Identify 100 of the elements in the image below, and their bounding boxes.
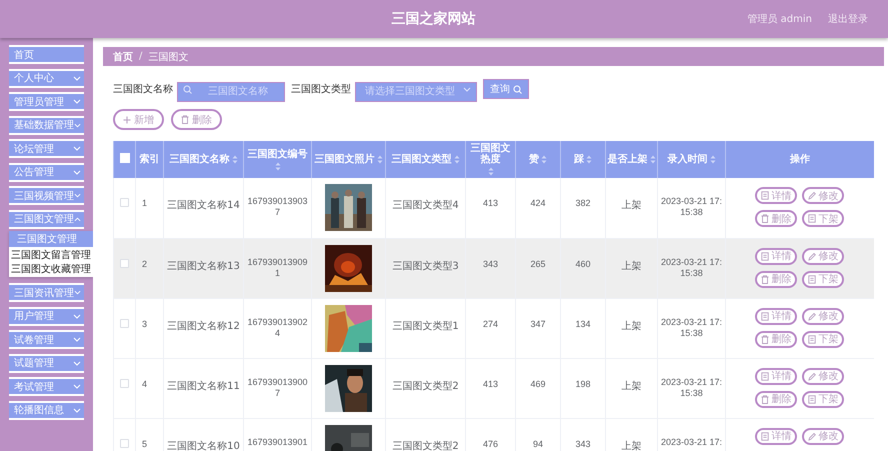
submenu-item[interactable]: 三国图文留言管理 xyxy=(9,247,93,261)
chevron-icon xyxy=(73,146,81,151)
table-cell: 三国图文名称10 xyxy=(167,440,240,451)
sidebar-item[interactable]: 三国资讯管理 xyxy=(9,283,84,302)
field-label: 三国图文类型 xyxy=(291,82,351,96)
row-checkbox[interactable] xyxy=(120,258,129,268)
sidebar-item[interactable]: 公告管理 xyxy=(9,162,84,182)
table-cell: 5 xyxy=(142,438,148,448)
column-header[interactable]: 是否上架 xyxy=(608,154,648,165)
trash-icon xyxy=(761,394,770,404)
detail-button[interactable]: 详情 xyxy=(755,428,798,444)
plus-icon xyxy=(123,116,131,124)
unlist-button[interactable]: 下架 xyxy=(802,270,844,288)
trash-icon xyxy=(761,334,770,344)
sidebar-item[interactable]: 基础数据管理 xyxy=(9,116,84,134)
row-checkbox[interactable] xyxy=(120,198,129,207)
delete-button[interactable]: 删除 xyxy=(171,109,222,130)
add-button[interactable]: 新增 xyxy=(113,109,164,130)
table-cell: 413 xyxy=(482,198,498,208)
row-checkbox[interactable] xyxy=(120,318,129,328)
trash-icon xyxy=(181,115,189,124)
sidebar-item[interactable]: 论坛管理 xyxy=(9,139,84,158)
submenu-item[interactable]: 三国图文收藏管理 xyxy=(9,261,93,275)
submenu-item[interactable]: 三国图文管理 xyxy=(9,231,93,247)
table-cell: 三国图文名称13 xyxy=(167,260,240,272)
column-header[interactable]: 三国图文编号 xyxy=(248,148,308,160)
column-header[interactable]: 三国图文热度 xyxy=(467,143,514,165)
chevron-icon xyxy=(73,360,81,366)
column-header: 操作 xyxy=(790,154,810,165)
search-icon xyxy=(183,85,192,94)
logout-link[interactable]: 退出登录 xyxy=(828,12,868,26)
table-cell: 476 xyxy=(482,438,498,448)
table-cell: 2 xyxy=(142,258,148,268)
table-cell: 1679390139091 xyxy=(247,256,308,278)
table-cell: 1679390139007 xyxy=(247,376,308,398)
detail-button[interactable]: 详情 xyxy=(755,308,798,324)
column-header[interactable]: 三国图文照片 xyxy=(314,154,374,165)
edit-button[interactable]: 修改 xyxy=(802,368,844,384)
sidebar-item[interactable]: 试卷管理 xyxy=(9,330,84,349)
unlist-button[interactable]: 下架 xyxy=(802,330,844,348)
edit-button[interactable]: 修改 xyxy=(802,248,844,264)
sidebar-item[interactable]: 考试管理 xyxy=(9,377,84,396)
sidebar-item[interactable]: 三国视频管理 xyxy=(9,186,84,205)
chevron-icon xyxy=(73,337,81,342)
sidebar-item[interactable]: 用户管理 xyxy=(9,306,84,326)
search-field[interactable]: 三国图文名称 xyxy=(177,82,285,102)
table-cell: 上架 xyxy=(622,440,642,451)
document-icon xyxy=(761,432,770,440)
pencil-icon xyxy=(808,312,816,320)
sidebar-item[interactable]: 试题管理 xyxy=(9,354,84,372)
table-cell: 三国图文类型2 xyxy=(392,440,459,451)
pencil-icon xyxy=(808,191,816,200)
site-title: 三国之家网站 xyxy=(390,10,477,28)
unlist-button[interactable]: 下架 xyxy=(802,210,844,227)
query-button[interactable]: 查询 xyxy=(483,79,529,99)
table-cell: 三国图文类型1 xyxy=(392,320,459,332)
sidebar-item[interactable]: 三国图文管理 xyxy=(9,210,84,228)
sidebar-item[interactable]: 首页 xyxy=(9,45,84,64)
column-header[interactable]: 三国图文类型 xyxy=(392,154,452,165)
row-checkbox[interactable] xyxy=(120,438,129,448)
table-cell: 2023-03-21 17:15:38 xyxy=(660,196,722,217)
detail-button[interactable]: 详情 xyxy=(755,187,798,204)
edit-button[interactable]: 修改 xyxy=(802,428,844,444)
row-checkbox[interactable] xyxy=(120,378,129,388)
table-cell: 1 xyxy=(142,198,148,208)
detail-button[interactable]: 详情 xyxy=(755,368,798,384)
table-cell: 上架 xyxy=(622,260,642,272)
chevron-icon xyxy=(463,87,471,92)
table-cell: 460 xyxy=(575,258,591,268)
table-cell: 三国图文类型4 xyxy=(392,200,459,211)
chevron-icon xyxy=(73,314,81,318)
delete-button[interactable]: 删除 xyxy=(755,390,798,408)
table-cell: 上架 xyxy=(622,200,642,211)
table-cell: 382 xyxy=(575,198,591,208)
column-header[interactable]: 三国图文名称 xyxy=(170,154,230,165)
user-label: 管理员 admin xyxy=(747,13,812,26)
delete-button[interactable]: 删除 xyxy=(755,210,798,227)
pencil-icon xyxy=(808,252,816,260)
document-icon xyxy=(761,312,770,320)
column-header[interactable]: 踩 xyxy=(574,154,584,165)
sidebar-item[interactable]: 轮播图信息 xyxy=(9,400,84,420)
sidebar-item[interactable]: 个人中心 xyxy=(9,68,84,88)
delete-button[interactable]: 删除 xyxy=(755,270,798,288)
table-cell: 2023-03-21 17:15:38 xyxy=(660,256,722,278)
table-cell: 2023-03-21 17:15:38 xyxy=(660,316,722,338)
breadcrumb-link[interactable]: 三国图文 xyxy=(148,50,188,64)
breadcrumb-link[interactable]: 首页 xyxy=(113,50,133,64)
document-icon xyxy=(761,252,770,260)
detail-button[interactable]: 详情 xyxy=(755,248,798,264)
edit-button[interactable]: 修改 xyxy=(802,308,844,324)
edit-button[interactable]: 修改 xyxy=(802,187,844,204)
delete-button[interactable]: 删除 xyxy=(755,330,798,348)
sidebar-item[interactable]: 管理员管理 xyxy=(9,92,84,111)
column-header[interactable]: 录入时间 xyxy=(668,154,708,165)
column-header[interactable]: 赞 xyxy=(529,154,539,165)
document-icon xyxy=(761,191,770,200)
unlist-button[interactable]: 下架 xyxy=(802,390,844,408)
type-select[interactable]: 请选择三国图文类型 xyxy=(355,82,477,102)
chevron-icon xyxy=(73,408,81,412)
table-cell: 三国图文类型2 xyxy=(392,380,459,392)
